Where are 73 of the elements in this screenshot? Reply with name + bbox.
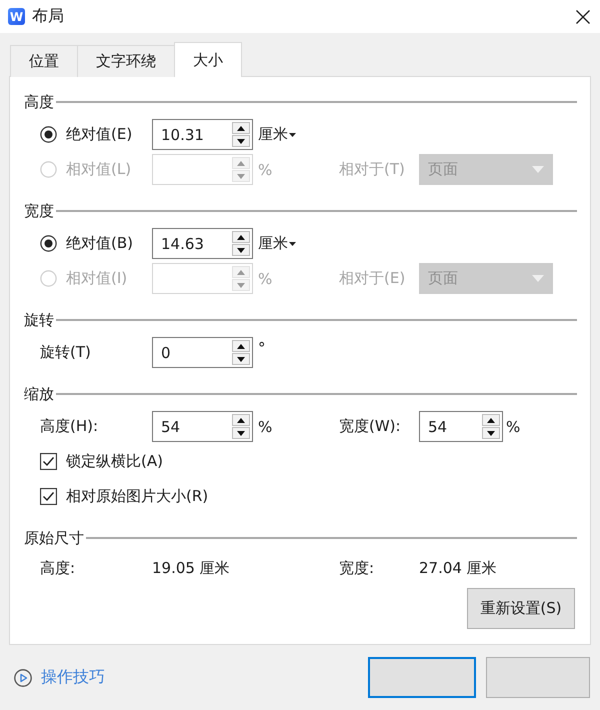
spin-down-button[interactable] [232, 353, 250, 365]
spin-up-button[interactable] [482, 414, 500, 426]
triangle-up-icon [237, 270, 245, 274]
caret-icon [289, 242, 296, 246]
tab[interactable]: 文字环绕 [77, 45, 175, 77]
triangle-down-icon [237, 248, 245, 252]
unit-label: % [258, 270, 272, 288]
spin-down-button[interactable] [232, 427, 250, 439]
tab[interactable]: 大小 [174, 42, 242, 77]
tab[interactable]: 位置 [10, 45, 78, 77]
checkbox-label[interactable]: 相对原始图片大小(R) [66, 487, 208, 506]
spin-up-button[interactable] [232, 231, 250, 243]
triangle-down-icon [487, 430, 495, 436]
window-title: 布局 [32, 6, 64, 27]
tips-link[interactable]: 操作技巧 [41, 667, 105, 688]
option-label[interactable]: 绝对值(B) [66, 234, 133, 253]
unit-menu[interactable]: 厘米 [258, 234, 296, 253]
unit-label: % [506, 418, 520, 436]
triangle-up-icon [237, 160, 245, 166]
unit-label: % [258, 160, 272, 178]
spin-down-button[interactable] [232, 135, 250, 147]
checkbox[interactable] [40, 488, 57, 505]
section-title: 原始尺寸 [24, 528, 84, 548]
triangle-up-icon [487, 418, 495, 422]
triangle-down-icon [237, 138, 245, 144]
triangle-up-icon [237, 126, 245, 130]
section-title: 缩放 [24, 384, 54, 404]
reset-button[interactable]: 重新设置(S) [467, 588, 575, 629]
spin-down-button[interactable] [232, 244, 250, 256]
section-title: 宽度 [24, 202, 54, 220]
dialog-button[interactable] [368, 657, 476, 698]
triangle-down-icon [237, 430, 245, 436]
number-field[interactable]: 14.63 [152, 228, 253, 259]
radio-button[interactable] [40, 235, 57, 252]
field-label: 高度(H): [40, 417, 98, 436]
section-title: 旋转 [24, 310, 54, 330]
number-field[interactable]: 54 [419, 411, 503, 442]
triangle-down-icon [237, 282, 245, 288]
size-value: 19.05 厘米 [152, 558, 230, 576]
triangle-up-icon [237, 344, 245, 348]
unit-label: % [258, 418, 272, 436]
caret-icon [532, 275, 544, 282]
field-label: 宽度: [339, 558, 374, 576]
field-label: 旋转(T) [40, 343, 91, 362]
triangle-down-icon [237, 174, 245, 178]
app-logo: W [8, 8, 25, 25]
size-value: 27.04 厘米 [419, 558, 497, 576]
number-field[interactable]: 10.31 [152, 119, 253, 150]
checkbox[interactable] [40, 453, 57, 470]
option-label[interactable]: 绝对值(E) [66, 125, 132, 144]
triangle-up-icon [237, 418, 245, 422]
play-circle-icon[interactable] [14, 668, 32, 686]
spin-down-button[interactable] [482, 427, 500, 439]
unit-menu[interactable]: 厘米 [258, 125, 296, 144]
unit-label: ° [258, 338, 266, 356]
field-label: 相对于(T) [339, 160, 405, 178]
section-title: 高度 [24, 92, 54, 112]
caret-icon [532, 166, 544, 173]
field-label: 宽度(W): [339, 417, 401, 435]
close-button[interactable] [576, 10, 590, 24]
radio-button[interactable] [40, 126, 57, 143]
spin-up-button[interactable] [232, 414, 250, 426]
field-label: 高度: [40, 558, 76, 578]
close-icon [576, 10, 590, 24]
triangle-down-icon [237, 356, 245, 362]
spin-up-button[interactable] [232, 340, 250, 352]
number-field[interactable]: 0 [152, 337, 253, 368]
number-field[interactable]: 54 [152, 411, 253, 442]
spin-up-button[interactable] [232, 122, 250, 134]
field-label: 相对于(E) [339, 269, 406, 287]
triangle-up-icon [237, 234, 245, 240]
checkbox-label[interactable]: 锁定纵横比(A) [66, 452, 163, 471]
caret-icon [289, 132, 296, 136]
